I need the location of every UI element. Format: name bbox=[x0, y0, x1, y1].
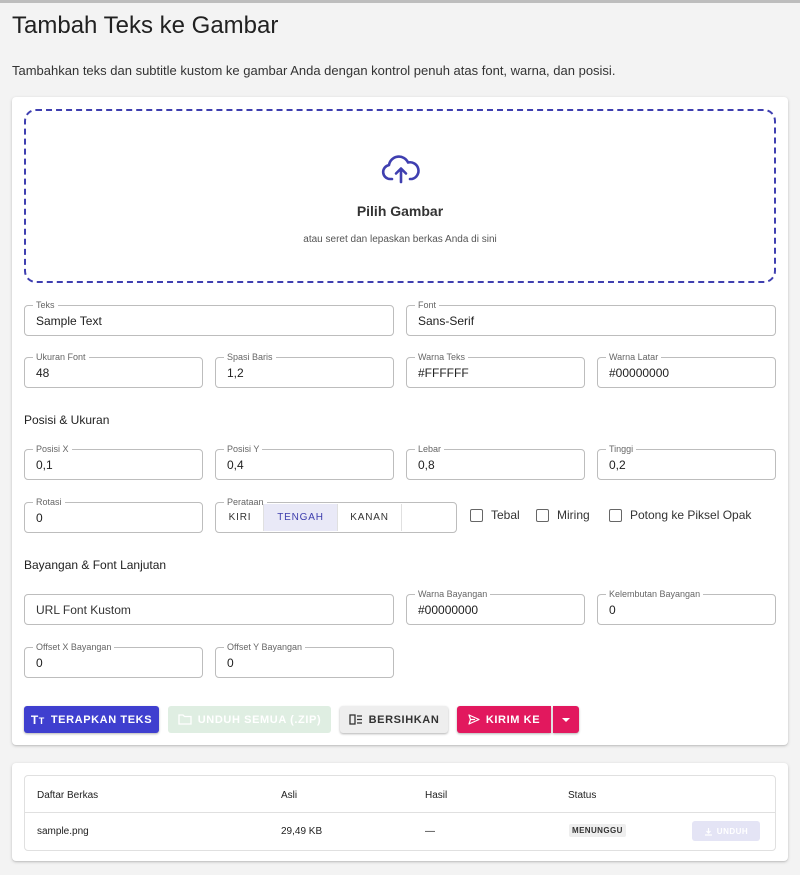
shadow-color-input[interactable] bbox=[418, 595, 579, 624]
page-title: Tambah Teks ke Gambar bbox=[12, 12, 279, 39]
table-header-name: Daftar Berkas bbox=[37, 790, 99, 801]
text-input[interactable] bbox=[36, 306, 388, 335]
send-icon bbox=[468, 714, 480, 725]
shadow-color-field[interactable]: Warna Bayangan bbox=[406, 588, 585, 625]
italic-checkbox-label: Miring bbox=[557, 508, 590, 522]
alignment-toggle-group: Perataan KIRI TENGAH KANAN bbox=[215, 496, 457, 533]
font-size-input[interactable] bbox=[36, 358, 197, 387]
pos-y-input[interactable] bbox=[227, 450, 388, 479]
pos-x-field[interactable]: Posisi X bbox=[24, 443, 203, 480]
shadow-blur-field[interactable]: Kelembutan Bayangan bbox=[597, 588, 776, 625]
align-right-button[interactable]: KANAN bbox=[338, 504, 402, 531]
status-badge: MENUNGGU bbox=[569, 824, 626, 837]
download-icon bbox=[704, 827, 712, 836]
text-field[interactable]: Teks bbox=[24, 299, 394, 336]
clear-button[interactable]: BERSIHKAN bbox=[340, 706, 448, 733]
shadow-offset-x-input[interactable] bbox=[36, 648, 197, 677]
dropzone-subtitle: atau seret dan lepaskan berkas Anda di s… bbox=[303, 234, 497, 245]
table-header-result: Hasil bbox=[425, 790, 448, 801]
shadow-offset-y-input[interactable] bbox=[227, 648, 388, 677]
bg-color-input[interactable] bbox=[609, 358, 770, 387]
page-description: Tambahkan teks dan subtitle kustom ke ga… bbox=[12, 63, 616, 78]
align-left-button[interactable]: KIRI bbox=[217, 504, 264, 531]
crop-checkbox-label: Potong ke Piksel Opak bbox=[630, 508, 752, 522]
file-name: sample.png bbox=[37, 826, 89, 837]
image-dropzone[interactable]: Pilih Gambar atau seret dan lepaskan ber… bbox=[24, 109, 776, 283]
rotation-input[interactable] bbox=[36, 503, 197, 532]
download-all-zip-button[interactable]: UNDUH SEMUA (.ZIP) bbox=[168, 706, 331, 733]
send-to-dropdown-button[interactable] bbox=[553, 706, 579, 733]
text-color-field[interactable]: Warna Teks bbox=[406, 351, 585, 388]
position-section-title: Posisi & Ukuran bbox=[24, 413, 110, 427]
rotation-field[interactable]: Rotasi bbox=[24, 496, 203, 533]
custom-font-url-field[interactable] bbox=[24, 594, 394, 625]
file-original-size: 29,49 KB bbox=[281, 826, 323, 837]
download-file-label: UNDUH bbox=[716, 826, 749, 836]
file-list-card: Daftar Berkas Asli Hasil Status sample.p… bbox=[12, 763, 788, 861]
italic-checkbox-box[interactable] bbox=[536, 508, 549, 522]
shadow-offset-y-field[interactable]: Offset Y Bayangan bbox=[215, 641, 394, 678]
download-all-label: UNDUH SEMUA (.ZIP) bbox=[197, 713, 322, 726]
apply-text-button[interactable]: TT TERAPKAN TEKS bbox=[24, 706, 159, 733]
crop-checkbox-box[interactable] bbox=[609, 508, 622, 522]
height-field[interactable]: Tinggi bbox=[597, 443, 776, 480]
clear-list-icon bbox=[348, 714, 362, 725]
line-spacing-field[interactable]: Spasi Baris bbox=[215, 351, 394, 388]
shadow-offset-x-field[interactable]: Offset X Bayangan bbox=[24, 641, 203, 678]
pos-y-field[interactable]: Posisi Y bbox=[215, 443, 394, 480]
line-spacing-input[interactable] bbox=[227, 358, 388, 387]
height-input[interactable] bbox=[609, 450, 770, 479]
folder-zip-icon bbox=[178, 714, 192, 725]
font-input[interactable] bbox=[418, 306, 770, 335]
table-divider bbox=[25, 812, 775, 813]
pos-x-input[interactable] bbox=[36, 450, 197, 479]
shadow-section-title: Bayangan & Font Lanjutan bbox=[24, 558, 167, 572]
send-to-button[interactable]: KIRIM KE bbox=[457, 706, 551, 733]
apply-text-label: TERAPKAN TEKS bbox=[50, 713, 153, 726]
cloud-upload-icon bbox=[381, 155, 420, 184]
download-file-button[interactable]: UNDUH bbox=[692, 821, 760, 841]
text-color-input[interactable] bbox=[418, 358, 579, 387]
italic-checkbox[interactable]: Miring bbox=[536, 508, 590, 522]
dropzone-title: Pilih Gambar bbox=[356, 203, 444, 219]
caret-down-icon bbox=[562, 717, 570, 722]
table-header-original: Asli bbox=[281, 790, 298, 801]
file-result: — bbox=[425, 826, 435, 837]
custom-font-url-input[interactable] bbox=[36, 595, 388, 624]
send-to-label: KIRIM KE bbox=[485, 713, 541, 726]
text-format-icon: TT bbox=[30, 712, 45, 727]
bold-checkbox[interactable]: Tebal bbox=[470, 508, 520, 522]
clear-label: BERSIHKAN bbox=[368, 713, 440, 726]
table-header-status: Status bbox=[568, 790, 597, 801]
shadow-blur-input[interactable] bbox=[609, 595, 770, 624]
width-input[interactable] bbox=[418, 450, 579, 479]
editor-card: Pilih Gambar atau seret dan lepaskan ber… bbox=[12, 97, 788, 745]
crop-checkbox[interactable]: Potong ke Piksel Opak bbox=[609, 508, 751, 522]
width-field[interactable]: Lebar bbox=[406, 443, 585, 480]
font-size-field[interactable]: Ukuran Font bbox=[24, 351, 203, 388]
bg-color-field[interactable]: Warna Latar bbox=[597, 351, 776, 388]
file-table: Daftar Berkas Asli Hasil Status sample.p… bbox=[24, 775, 776, 851]
bold-checkbox-label: Tebal bbox=[491, 508, 520, 522]
font-field[interactable]: Font bbox=[406, 299, 776, 336]
align-center-button[interactable]: TENGAH bbox=[264, 504, 338, 531]
bold-checkbox-box[interactable] bbox=[470, 508, 483, 522]
